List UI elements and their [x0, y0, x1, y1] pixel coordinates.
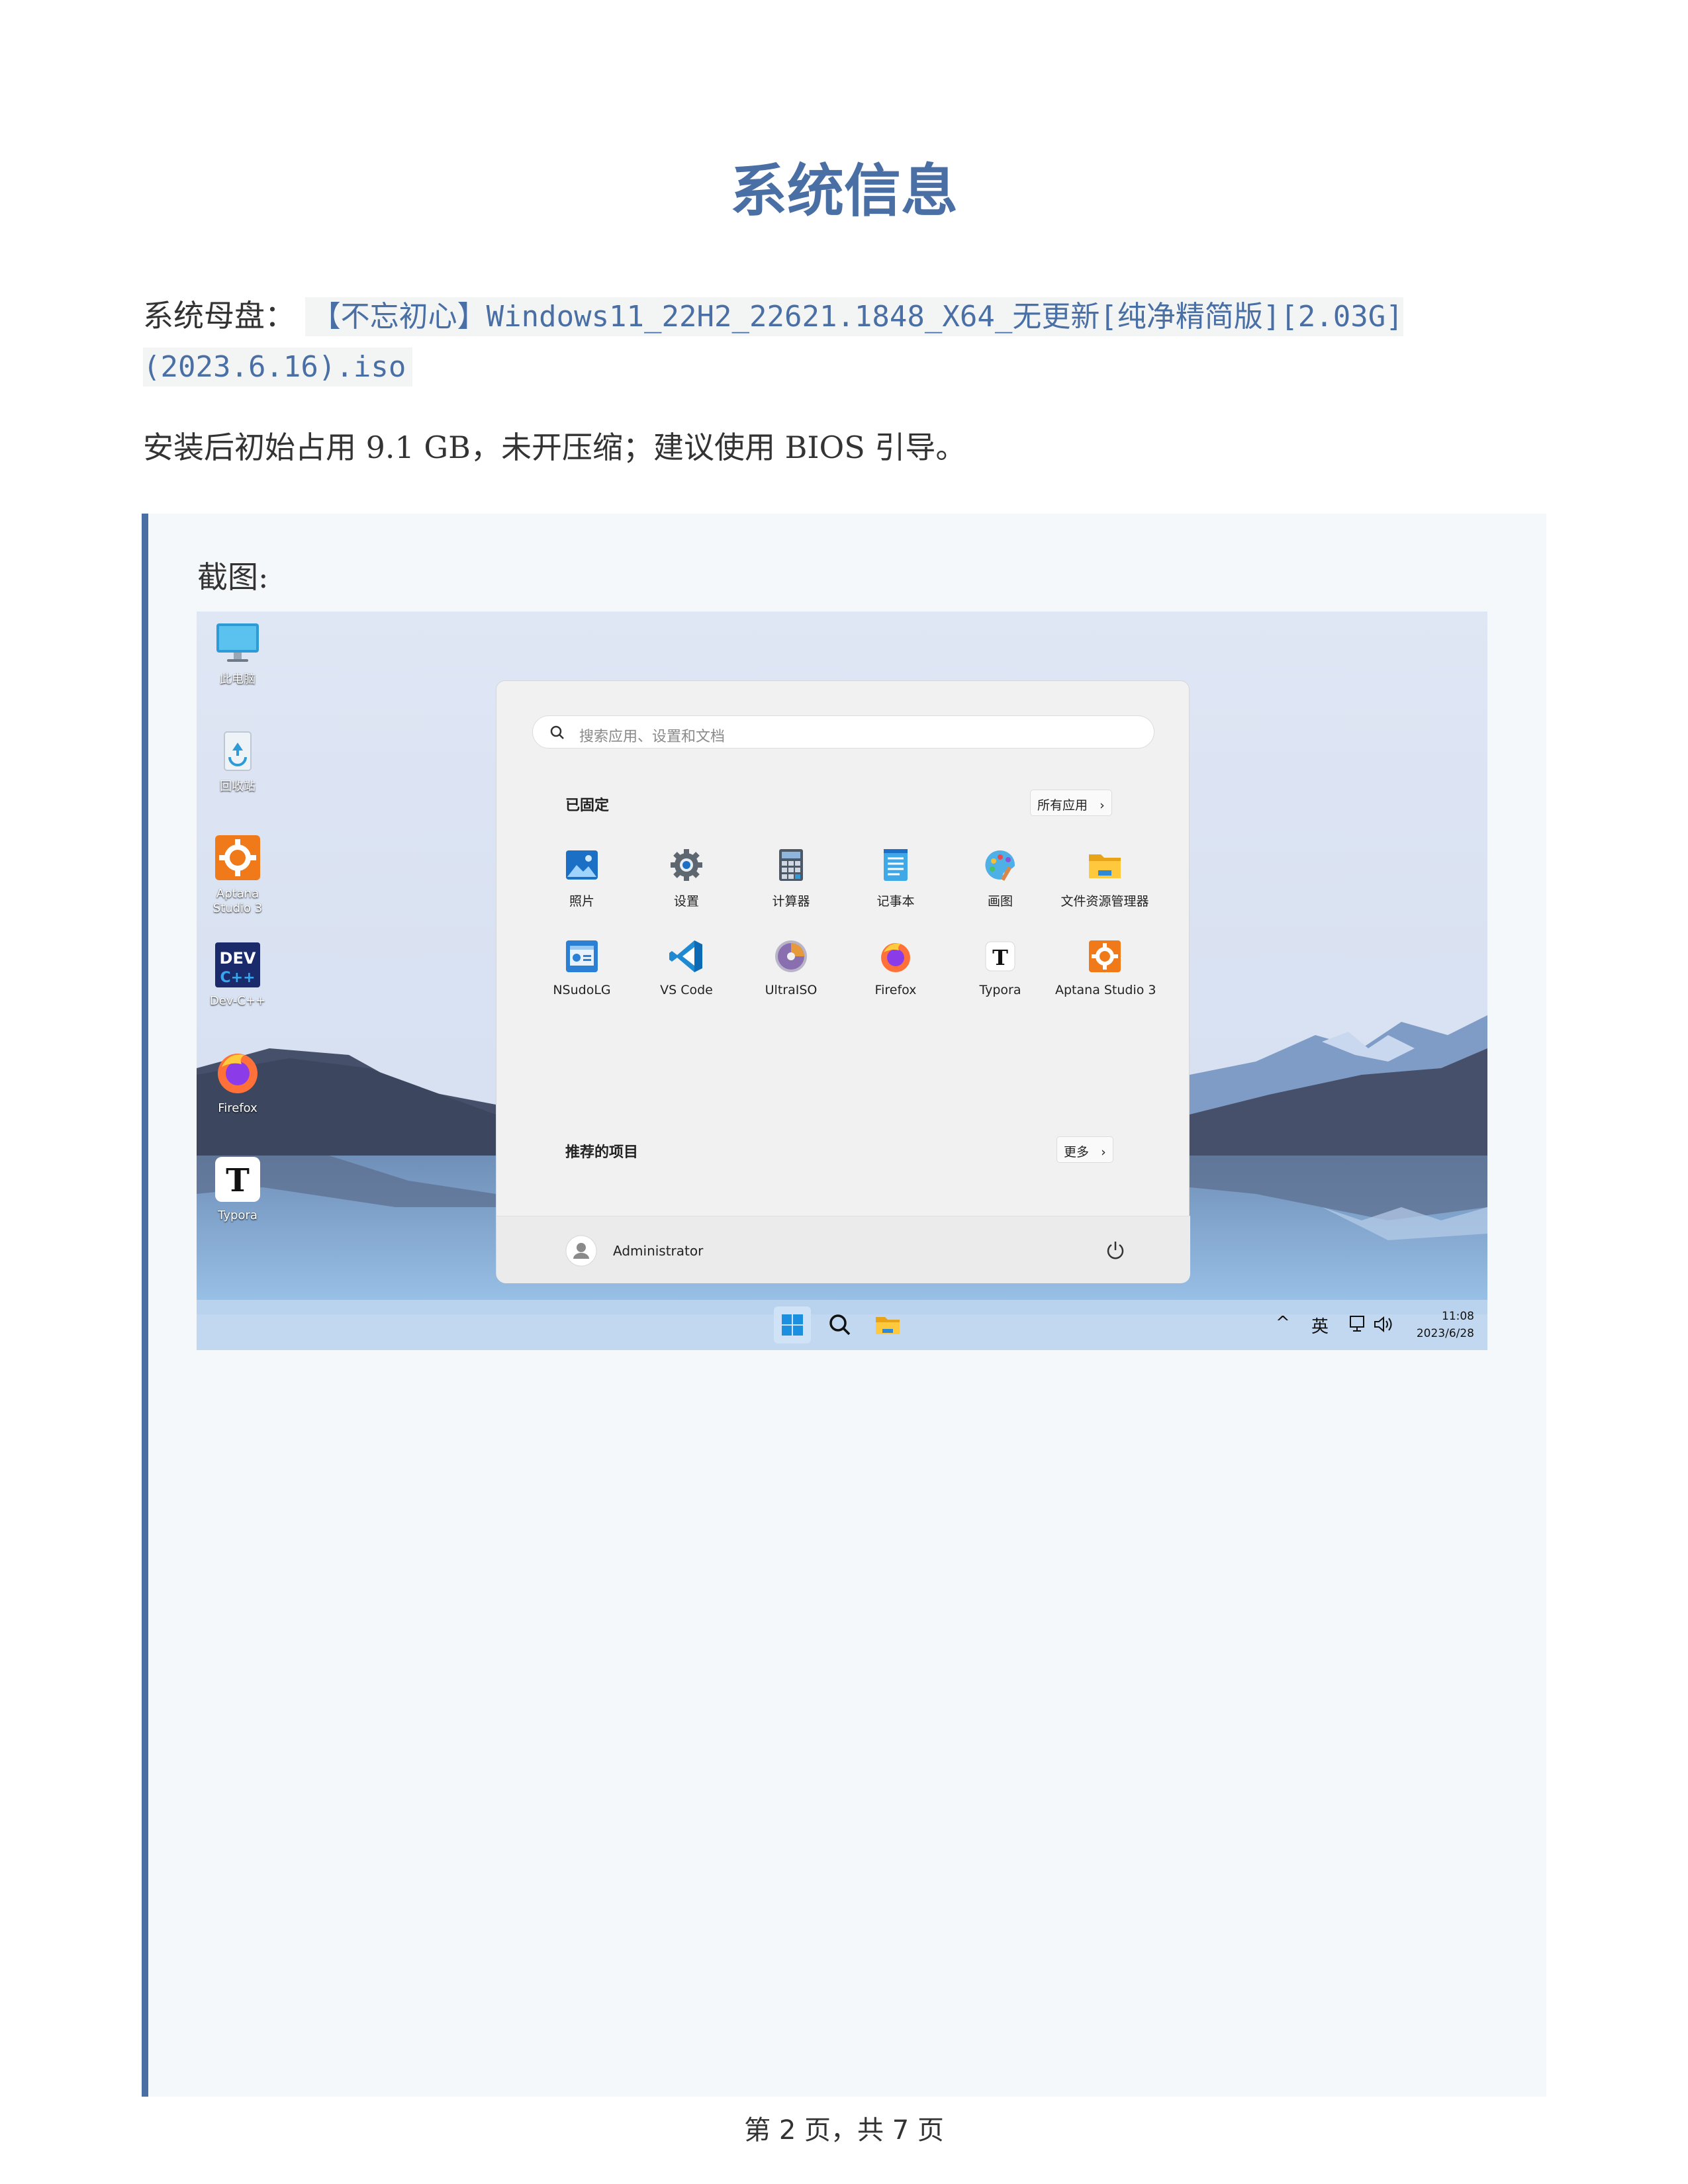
desktop-icon-firefox[interactable]: Firefox	[205, 1048, 271, 1116]
vscode-icon	[669, 940, 702, 972]
pinned-app-photos[interactable]: 照片	[532, 846, 632, 909]
desktop-icon-aptana[interactable]: Aptana Studio 3	[205, 834, 271, 916]
pinned-app-aptana[interactable]: Aptana Studio 3	[1055, 938, 1156, 997]
iso-filename: 【不忘初心】Windows11_22H2_22621.1848_X64_无更新[…	[143, 297, 1403, 387]
file-explorer-icon	[1089, 854, 1121, 878]
pinned-app-label: Aptana Studio 3	[1055, 983, 1156, 997]
iso-label: 系统母盘：	[143, 298, 295, 334]
svg-text:DEV: DEV	[220, 949, 256, 968]
search-icon	[550, 725, 564, 739]
clock-date: 2023/6/28	[1416, 1327, 1474, 1340]
aptana-icon	[215, 835, 260, 880]
ultraiso-icon	[775, 940, 807, 972]
start-menu: 搜索应用、设置和文档 已固定 所有应用 › 照片 设置 计算器 记事本 画图 文…	[496, 680, 1190, 1283]
typora-icon: T	[985, 941, 1015, 972]
taskbar: ^ 英 11:08 2023/6/28	[197, 1300, 1487, 1350]
svg-text:C++: C++	[220, 970, 255, 986]
windows-desktop-screenshot: 此电脑 回收站 Aptana Studio 3 DEV C++ Dev-C++ …	[197, 612, 1487, 1350]
search-placeholder: 搜索应用、设置和文档	[579, 729, 726, 745]
network-icon[interactable]	[1348, 1314, 1370, 1334]
devcpp-icon: DEV C++	[215, 942, 260, 987]
volume-icon[interactable]	[1372, 1314, 1393, 1334]
pinned-app-typora[interactable]: T Typora	[951, 938, 1050, 997]
pinned-app-label: 画图	[987, 894, 1013, 909]
user-name[interactable]: Administrator	[613, 1243, 703, 1259]
user-avatar-icon[interactable]	[565, 1235, 597, 1267]
all-apps-label: 所有应用	[1037, 798, 1088, 813]
desktop-icon-label: Aptana Studio 3	[212, 887, 263, 915]
taskbar-file-explorer-button[interactable]	[869, 1306, 906, 1343]
desktop-icon-recycle-bin[interactable]: 回收站	[205, 727, 271, 794]
calculator-icon	[779, 849, 803, 881]
pinned-app-label: NSudoLG	[553, 983, 611, 997]
iso-paragraph: 系统母盘： 【不忘初心】Windows11_22H2_22621.1848_X6…	[143, 291, 1546, 392]
chevron-right-icon: ›	[1092, 798, 1105, 813]
pinned-title: 已固定	[565, 797, 610, 814]
svg-text:T: T	[992, 945, 1008, 970]
pinned-app-vscode[interactable]: VS Code	[637, 938, 736, 997]
ime-indicator[interactable]: 英	[1311, 1313, 1329, 1338]
pinned-app-label: Firefox	[874, 983, 917, 997]
install-note: 安装后初始占用 9.1 GB，未开压缩；建议使用 BIOS 引导。	[143, 430, 966, 465]
pinned-app-nsudolg[interactable]: NSudoLG	[532, 938, 632, 997]
pinned-app-paint[interactable]: 画图	[951, 846, 1050, 909]
pinned-app-label: 计算器	[772, 894, 810, 909]
start-menu-footer: Administrator	[496, 1216, 1190, 1283]
power-icon[interactable]	[1104, 1239, 1127, 1261]
start-button[interactable]	[774, 1306, 811, 1343]
desktop-icon-label: 此电脑	[220, 672, 256, 686]
desktop-icon-label: Typora	[218, 1208, 258, 1222]
paint-icon	[985, 850, 1015, 882]
desktop-icon-devcpp[interactable]: DEV C++ Dev-C++	[205, 941, 271, 1009]
screenshot-label: 截图:	[197, 559, 269, 595]
firefox-icon	[218, 1054, 258, 1093]
pinned-app-firefox[interactable]: Firefox	[846, 938, 945, 997]
taskbar-clock[interactable]: 11:08 2023/6/28	[1401, 1308, 1474, 1342]
pinned-app-label: Typora	[979, 983, 1021, 997]
desktop-icon-label: 回收站	[220, 780, 256, 794]
pinned-app-label: VS Code	[660, 983, 713, 997]
desktop-icon-typora[interactable]: T Typora	[205, 1156, 271, 1223]
start-search-box[interactable]: 搜索应用、设置和文档	[532, 715, 1154, 749]
more-button[interactable]: 更多 ›	[1056, 1136, 1113, 1163]
pinned-app-notepad[interactable]: 记事本	[846, 846, 945, 909]
clock-time: 11:08	[1442, 1310, 1474, 1323]
pinned-app-ultraiso[interactable]: UltraISO	[741, 938, 841, 997]
all-apps-button[interactable]: 所有应用 ›	[1030, 790, 1112, 816]
nsudo-icon	[566, 940, 598, 972]
taskbar-search-button[interactable]	[821, 1306, 859, 1343]
pinned-app-label: UltraISO	[765, 983, 818, 997]
pinned-app-label: 记事本	[876, 894, 915, 909]
recommended-title: 推荐的项目	[565, 1144, 639, 1161]
page-footer: 第 2 页，共 7 页	[744, 2115, 944, 2146]
chevron-up-icon[interactable]: ^	[1276, 1313, 1290, 1333]
pinned-app-label: 文件资源管理器	[1060, 894, 1149, 909]
pinned-app-label: 照片	[569, 894, 594, 909]
desktop-icon-label: Firefox	[218, 1101, 258, 1115]
desktop-icon-this-pc[interactable]: 此电脑	[205, 619, 271, 687]
pinned-app-file-explorer[interactable]: 文件资源管理器	[1055, 846, 1154, 909]
recycle-bin-icon	[224, 731, 252, 771]
pinned-app-calculator[interactable]: 计算器	[741, 846, 841, 909]
chevron-right-icon: ›	[1093, 1145, 1106, 1160]
screenshot-blockquote: 截图: 此电脑 回收站 Aptana Studio 3 DEV C++ Dev-…	[142, 514, 1546, 2097]
page-title: 系统信息	[730, 158, 958, 224]
windows-logo-icon	[782, 1314, 803, 1336]
notepad-icon	[884, 849, 908, 881]
pinned-app-label: 设置	[673, 894, 699, 909]
photos-icon	[566, 850, 598, 880]
aptana-icon	[1089, 940, 1121, 972]
search-icon	[829, 1314, 851, 1336]
settings-gear-icon	[671, 849, 702, 881]
svg-text:T: T	[226, 1162, 250, 1199]
more-label: 更多	[1064, 1145, 1090, 1160]
firefox-icon	[881, 943, 910, 972]
pinned-app-settings[interactable]: 设置	[637, 846, 736, 909]
monitor-icon	[216, 623, 259, 662]
desktop-icon-label: Dev-C++	[209, 994, 266, 1008]
typora-icon: T	[215, 1157, 260, 1202]
file-explorer-icon	[876, 1317, 900, 1334]
